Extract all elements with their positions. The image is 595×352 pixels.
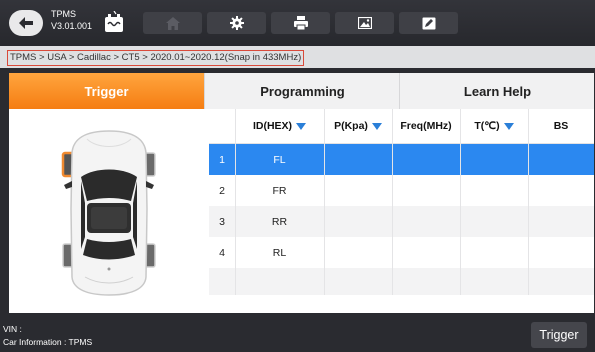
col-freq-header: Freq(MHz) bbox=[392, 109, 460, 143]
sort-down-icon[interactable] bbox=[503, 122, 514, 130]
tab-programming[interactable]: Programming bbox=[204, 73, 400, 109]
back-arrow-icon bbox=[19, 17, 33, 29]
breadcrumb: TPMS > USA > Cadillac > CT5 > 2020.01~20… bbox=[7, 50, 305, 66]
car-diagram-pane bbox=[9, 109, 209, 313]
col-id-header[interactable]: ID(HEX) bbox=[235, 109, 324, 143]
gear-icon bbox=[229, 16, 244, 30]
vin-label: VIN : bbox=[3, 324, 22, 334]
breadcrumb-bar: TPMS > USA > Cadillac > CT5 > 2020.01~20… bbox=[0, 46, 595, 68]
row-index: 4 bbox=[219, 246, 225, 259]
tab-trigger[interactable]: Trigger bbox=[9, 73, 204, 109]
col-index-header bbox=[209, 109, 235, 143]
table-row[interactable]: 2 FR bbox=[209, 175, 594, 206]
settings-button[interactable] bbox=[207, 12, 266, 34]
sort-down-icon[interactable] bbox=[371, 122, 382, 130]
table-header: ID(HEX) P(Kpa) Freq(MHz) T(℃) BS bbox=[209, 109, 594, 144]
column-divider bbox=[235, 109, 236, 295]
app-version: V3.01.001 bbox=[51, 21, 93, 31]
col-bs-header: BS bbox=[528, 109, 594, 143]
car-top-view-image bbox=[61, 130, 156, 296]
table-row[interactable]: 3 RR bbox=[209, 206, 594, 237]
col-pressure-label: P(Kpa) bbox=[334, 120, 368, 132]
tab-bar: Trigger Programming Learn Help bbox=[9, 73, 594, 109]
tab-learn-help[interactable]: Learn Help bbox=[399, 73, 594, 109]
column-divider bbox=[528, 109, 529, 295]
battery-voltage-icon bbox=[105, 11, 123, 32]
print-icon bbox=[293, 16, 308, 30]
column-divider bbox=[392, 109, 393, 295]
edit-icon bbox=[422, 17, 435, 29]
image-button[interactable] bbox=[335, 12, 394, 34]
col-id-label: ID(HEX) bbox=[252, 120, 293, 132]
edit-button[interactable] bbox=[399, 12, 458, 34]
table-row[interactable]: 4 RL bbox=[209, 237, 594, 268]
app-name: TPMS bbox=[51, 9, 77, 19]
col-pressure-header[interactable]: P(Kpa) bbox=[324, 109, 392, 143]
home-button[interactable] bbox=[143, 12, 202, 34]
print-button[interactable] bbox=[271, 12, 330, 34]
column-divider bbox=[460, 109, 461, 295]
col-freq-label: Freq(MHz) bbox=[400, 120, 452, 132]
col-temp-label: T(℃) bbox=[474, 120, 500, 132]
row-wheel: RR bbox=[271, 215, 288, 228]
bottom-status-bar: VIN : Car Information : TPMS Trigger bbox=[0, 318, 595, 352]
top-toolbar: TPMS V3.01.001 bbox=[0, 0, 595, 46]
car-information: Car Information : TPMS bbox=[3, 337, 93, 347]
main-panel: Trigger Programming Learn Help ID(HEX) P… bbox=[9, 73, 594, 313]
row-index: 2 bbox=[219, 184, 225, 197]
row-index: 3 bbox=[219, 215, 225, 228]
row-index: 1 bbox=[219, 153, 225, 166]
row-wheel: RL bbox=[272, 246, 287, 259]
row-wheel: FR bbox=[272, 184, 287, 197]
sort-down-icon[interactable] bbox=[296, 122, 307, 130]
image-icon bbox=[357, 17, 372, 29]
table-empty-row bbox=[209, 268, 594, 295]
col-temp-header[interactable]: T(℃) bbox=[460, 109, 528, 143]
home-icon bbox=[165, 16, 180, 30]
column-divider bbox=[324, 109, 325, 295]
table-row[interactable]: 1 FL bbox=[209, 144, 594, 175]
col-bs-label: BS bbox=[553, 120, 569, 132]
back-button[interactable] bbox=[9, 10, 43, 36]
trigger-button[interactable]: Trigger bbox=[531, 322, 587, 348]
row-wheel: FL bbox=[273, 153, 286, 166]
